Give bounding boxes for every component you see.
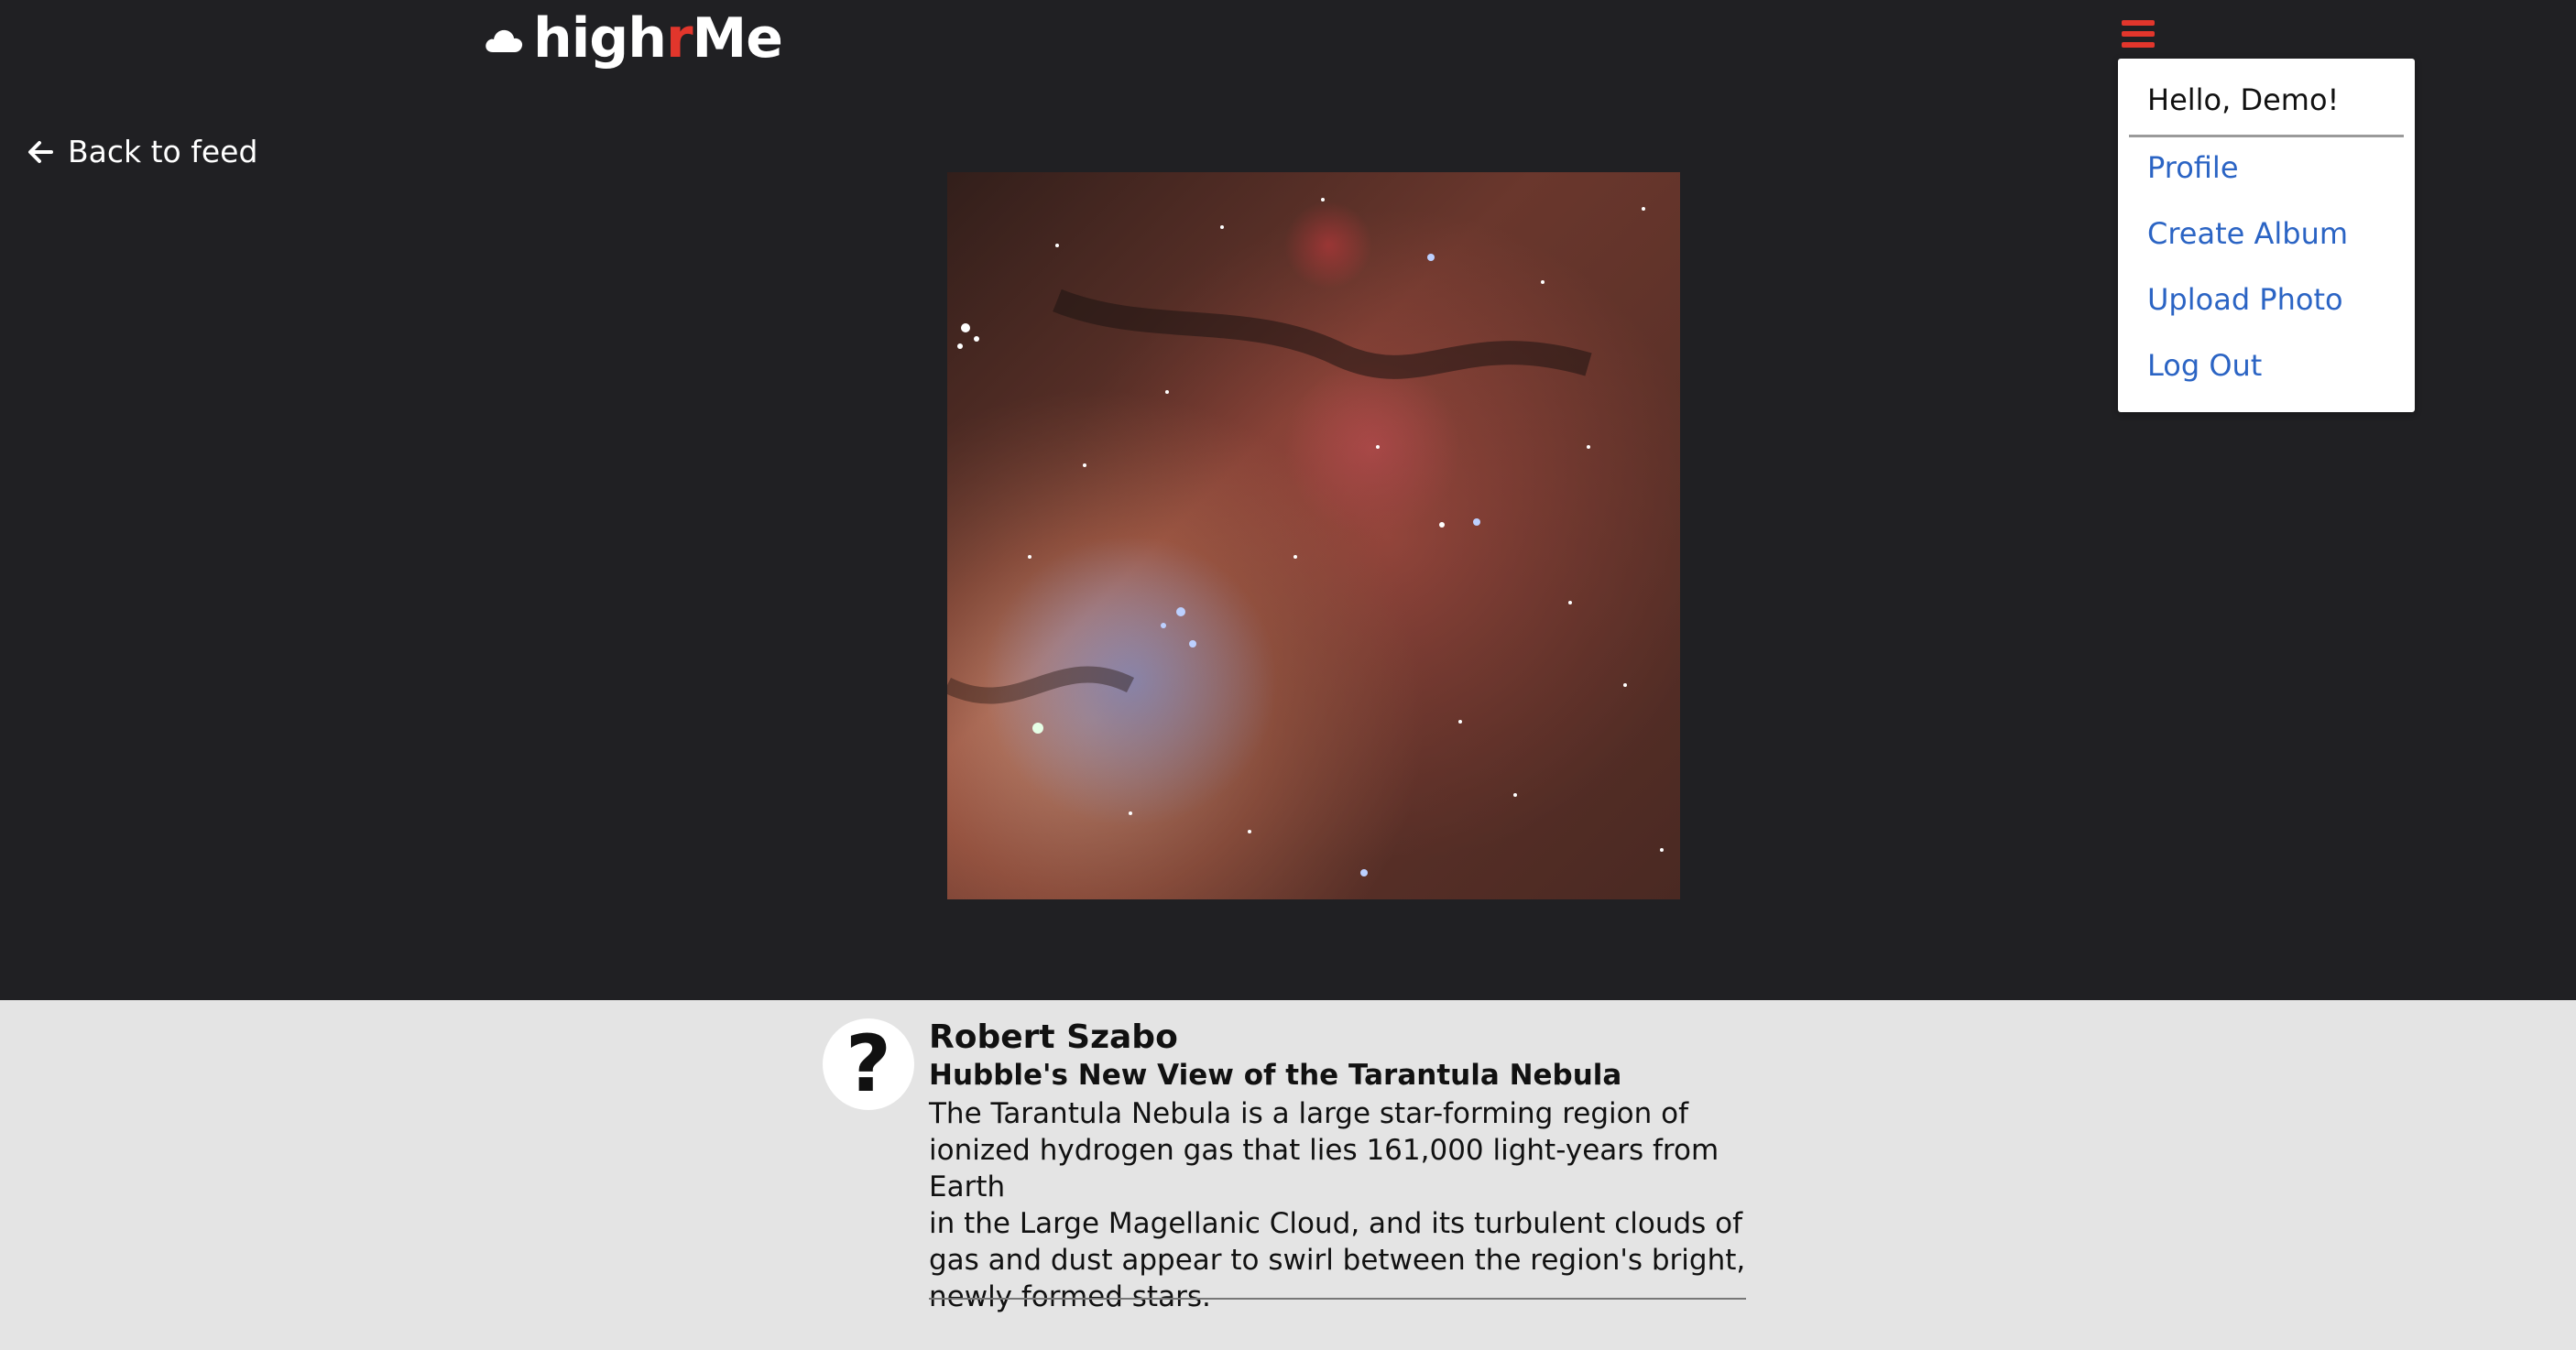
photo-description-line: The Tarantula Nebula is a large star-for… — [929, 1097, 1688, 1130]
user-dropdown-menu: Hello, Demo! Profile Create Album Upload… — [2118, 59, 2415, 412]
logo-text-suffix: Me — [692, 6, 783, 71]
app-logo[interactable]: high r Me — [484, 5, 783, 71]
cloud-icon — [486, 29, 523, 52]
menu-divider — [2129, 135, 2404, 137]
logo-text-prefix: high — [533, 6, 667, 71]
photo-description: The Tarantula Nebula is a large star-for… — [929, 1095, 1753, 1315]
photo-viewer-area: high r Me Hello, Demo! Profile Create Albu… — [0, 0, 2576, 1000]
menu-item-log-out[interactable]: Log Out — [2147, 348, 2262, 383]
hamburger-icon[interactable] — [2122, 20, 2155, 48]
photo-title: Hubble's New View of the Tarantula Nebul… — [929, 1059, 1622, 1092]
back-to-feed-link[interactable]: Back to feed — [26, 134, 257, 169]
nebula-photo — [947, 172, 1680, 899]
question-mark-icon: ? — [846, 1018, 891, 1110]
menu-item-upload-photo[interactable]: Upload Photo — [2147, 282, 2343, 317]
photo-description-line: in the Large Magellanic Cloud, and its t… — [929, 1207, 1743, 1240]
author-avatar[interactable]: ? — [823, 1018, 914, 1110]
photo-description-line: gas and dust appear to swirl between the… — [929, 1244, 1746, 1277]
user-greeting: Hello, Demo! — [2147, 82, 2340, 117]
photo-author[interactable]: Robert Szabo — [929, 1018, 1178, 1056]
menu-item-create-album[interactable]: Create Album — [2147, 216, 2348, 251]
logo-text-accent: r — [665, 6, 693, 71]
arrow-left-icon — [28, 140, 53, 163]
photo-description-line: newly formed stars. — [929, 1280, 1211, 1313]
menu-item-profile[interactable]: Profile — [2147, 150, 2239, 185]
caption-divider — [929, 1298, 1746, 1300]
back-to-feed-label: Back to feed — [68, 134, 258, 169]
photo-description-line: ionized hydrogen gas that lies 161,000 l… — [929, 1134, 1719, 1203]
